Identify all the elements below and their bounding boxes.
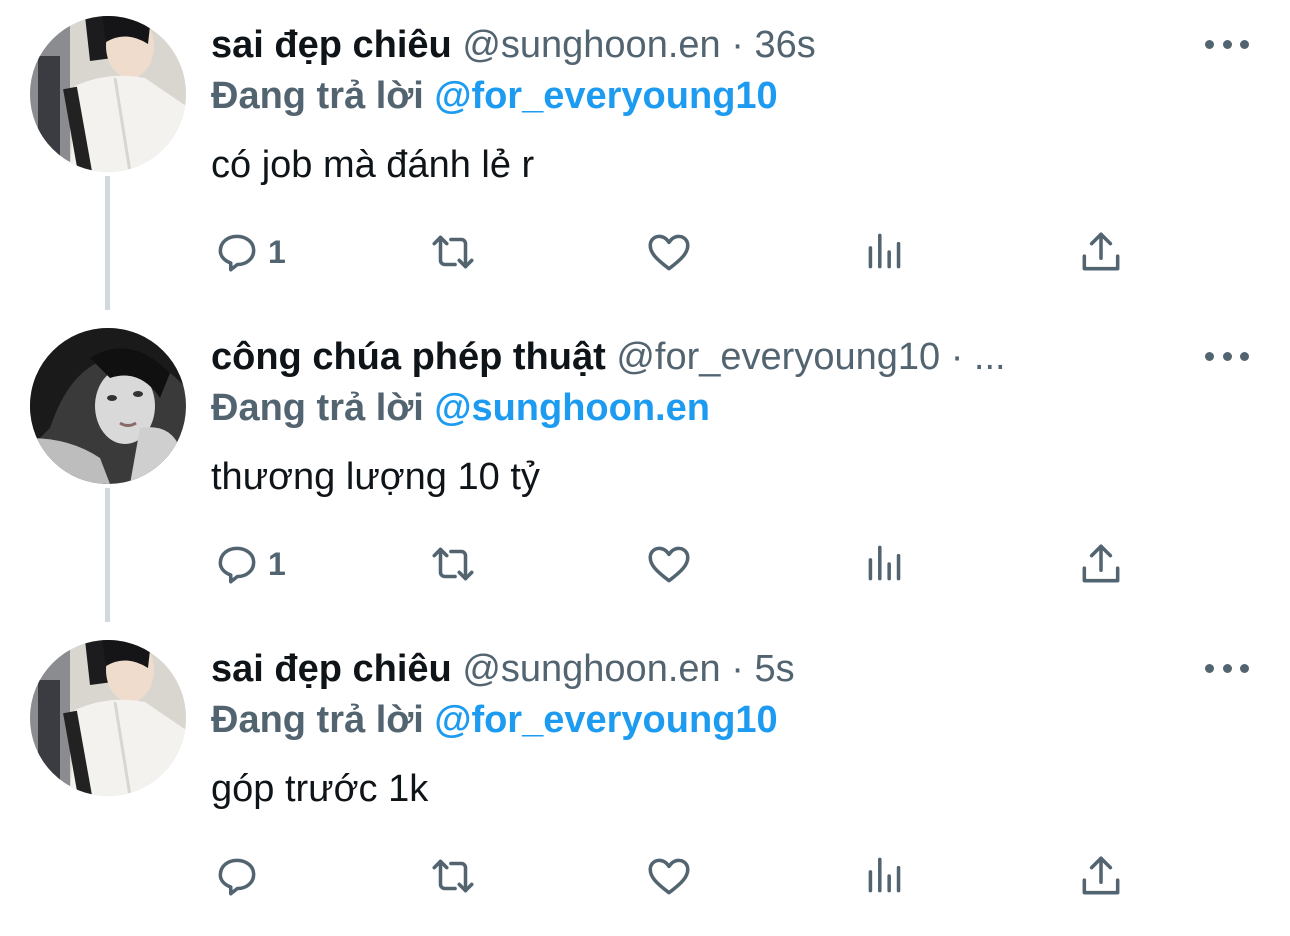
like-button[interactable] xyxy=(644,534,694,594)
separator: · xyxy=(950,336,964,378)
retweet-icon xyxy=(432,859,474,893)
action-bar: 1 xyxy=(0,222,1290,282)
user-handle[interactable]: @sunghoon.en xyxy=(462,24,720,66)
retweet-icon xyxy=(432,547,474,581)
display-name[interactable]: sai đẹp chiêu xyxy=(211,648,452,690)
avatar-man-white-shirt-icon xyxy=(30,640,186,796)
more-dots-icon[interactable] xyxy=(1205,660,1249,676)
replying-to-label: Đang trả lời xyxy=(211,75,424,117)
replying-to-mention[interactable]: @for_everyoung10 xyxy=(434,699,777,741)
like-button[interactable] xyxy=(644,846,694,906)
tweet-header: công chúa phép thuật @for_everyoung10 · … xyxy=(211,332,1166,382)
tweet-header: sai đẹp chiêu @sunghoon.en · 36s xyxy=(211,20,1166,70)
share-button[interactable] xyxy=(1076,534,1126,594)
bar-chart-icon xyxy=(868,857,901,893)
replying-to-mention[interactable]: @sunghoon.en xyxy=(434,387,710,429)
action-bar xyxy=(0,846,1290,906)
retweet-button[interactable] xyxy=(428,222,478,282)
timestamp[interactable]: 5s xyxy=(754,648,794,690)
retweet-button[interactable] xyxy=(428,846,478,906)
heart-icon xyxy=(648,546,690,583)
separator: · xyxy=(731,648,744,690)
share-icon xyxy=(1082,232,1120,271)
reply-button[interactable]: 1 xyxy=(212,534,286,594)
avatar-man-white-shirt-icon xyxy=(30,16,186,172)
speech-bubble-icon xyxy=(218,858,256,896)
share-icon xyxy=(1082,544,1120,583)
avatar-woman-bw-icon xyxy=(30,328,186,484)
replying-to: Đang trả lời @for_everyoung10 xyxy=(211,696,778,744)
heart-icon xyxy=(648,858,690,895)
timestamp[interactable]: 36s xyxy=(754,24,815,66)
tweet[interactable]: sai đẹp chiêu @sunghoon.en · 36s Đang tr… xyxy=(0,0,1290,312)
user-handle[interactable]: @for_everyoung10 xyxy=(616,336,940,378)
retweet-button[interactable] xyxy=(428,534,478,594)
tweet-text: góp trước 1k xyxy=(211,768,429,810)
replying-to: Đang trả lời @sunghoon.en xyxy=(211,384,710,432)
views-button[interactable] xyxy=(860,222,910,282)
speech-bubble-icon xyxy=(218,546,256,584)
like-button[interactable] xyxy=(644,222,694,282)
tweet-header: sai đẹp chiêu @sunghoon.en · 5s xyxy=(211,644,1166,694)
tweet[interactable]: công chúa phép thuật @for_everyoung10 · … xyxy=(0,312,1290,624)
tweet-text: thương lượng 10 tỷ xyxy=(211,456,540,498)
tweet[interactable]: sai đẹp chiêu @sunghoon.en · 5s Đang trả… xyxy=(0,624,1290,936)
user-handle[interactable]: @sunghoon.en xyxy=(462,648,720,690)
timestamp[interactable]: ... xyxy=(974,336,1006,378)
replying-to: Đang trả lời @for_everyoung10 xyxy=(211,72,778,120)
separator: · xyxy=(731,24,744,66)
display-name[interactable]: sai đẹp chiêu xyxy=(211,24,452,66)
reply-button[interactable] xyxy=(212,846,268,906)
reply-button[interactable]: 1 xyxy=(212,222,286,282)
replying-to-label: Đang trả lời xyxy=(211,387,424,429)
bar-chart-icon xyxy=(868,545,901,581)
avatar[interactable] xyxy=(30,328,186,484)
replying-to-mention[interactable]: @for_everyoung10 xyxy=(434,75,777,117)
share-button[interactable] xyxy=(1076,846,1126,906)
replying-to-label: Đang trả lời xyxy=(211,699,424,741)
more-dots-icon[interactable] xyxy=(1205,348,1249,364)
avatar[interactable] xyxy=(30,640,186,796)
share-button[interactable] xyxy=(1076,222,1126,282)
action-bar: 1 xyxy=(0,534,1290,594)
reply-count: 1 xyxy=(268,545,286,582)
more-dots-icon[interactable] xyxy=(1205,36,1249,52)
share-icon xyxy=(1082,856,1120,895)
reply-count: 1 xyxy=(268,233,286,270)
avatar[interactable] xyxy=(30,16,186,172)
heart-icon xyxy=(648,234,690,271)
display-name[interactable]: công chúa phép thuật xyxy=(211,336,606,378)
retweet-icon xyxy=(432,235,474,269)
views-button[interactable] xyxy=(860,534,910,594)
tweet-text: có job mà đánh lẻ r xyxy=(211,144,535,186)
bar-chart-icon xyxy=(868,233,901,269)
views-button[interactable] xyxy=(860,846,910,906)
speech-bubble-icon xyxy=(218,234,256,272)
